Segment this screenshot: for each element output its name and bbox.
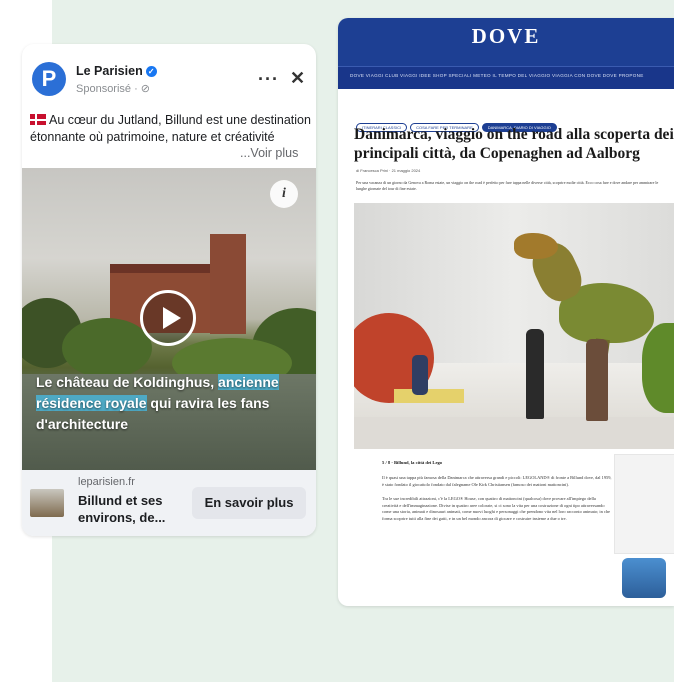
dinosaur-head bbox=[514, 233, 558, 259]
visitor-woman bbox=[586, 339, 608, 421]
gallery-floor bbox=[354, 417, 674, 449]
article-byline: di Francesca Prini · 21 maggio 2024 bbox=[356, 168, 421, 173]
app-icon[interactable] bbox=[622, 558, 666, 598]
denmark-flag-icon bbox=[30, 114, 46, 125]
close-icon[interactable]: ✕ bbox=[290, 68, 305, 89]
exhibit-bench bbox=[394, 389, 464, 403]
see-more-link[interactable]: ...Voir plus bbox=[240, 146, 298, 160]
section-heading: 5 / 8 - Billund, la città dei Lego bbox=[382, 460, 443, 465]
ad-body-copy: Au cœur du Jutland, Billund est une dest… bbox=[30, 113, 311, 144]
link-title[interactable]: Billund et ses environs, de... bbox=[78, 492, 188, 526]
link-thumbnail bbox=[30, 489, 64, 517]
visitor-man bbox=[526, 329, 544, 419]
ad-body-text: Au cœur du Jutland, Billund est une dest… bbox=[30, 112, 312, 146]
verified-badge-icon: ✓ bbox=[145, 66, 157, 77]
info-icon[interactable]: i bbox=[270, 180, 298, 208]
article-title: Danimarca, viaggio on the road alla scop… bbox=[354, 126, 674, 162]
caption-part: Le château de Koldinghus, bbox=[36, 374, 219, 390]
site-header: DOVE bbox=[338, 18, 674, 66]
play-button-icon[interactable] bbox=[140, 290, 196, 346]
page-name-text[interactable]: Le Parisien bbox=[76, 64, 143, 78]
page-avatar[interactable]: P bbox=[32, 62, 66, 96]
ad-video[interactable]: i Le château de Koldinghus, ancienne rés… bbox=[22, 168, 316, 470]
article-photo[interactable] bbox=[354, 203, 674, 449]
more-options-icon[interactable]: ··· bbox=[258, 69, 279, 90]
article-paragraph: Tra le sue incredibili attrazioni, c'è l… bbox=[382, 496, 610, 521]
ad-link-bar[interactable]: leparisien.fr Billund et ses environs, d… bbox=[22, 470, 316, 536]
ad-header: P Le Parisien ✓ Sponsorisé · ⊘ ··· ✕ bbox=[22, 44, 316, 110]
sidebar-ad-placeholder bbox=[614, 454, 674, 554]
article-intro: Per una vacanza di un giorno da Genova a… bbox=[356, 180, 659, 191]
learn-more-button[interactable]: En savoir plus bbox=[192, 487, 306, 519]
site-logo[interactable]: DOVE bbox=[338, 24, 674, 49]
site-nav: DOVE VIAGGI CLUB VIAGGI IDEE SHOP SPECIA… bbox=[338, 66, 674, 89]
video-caption: Le château de Koldinghus, ancienne résid… bbox=[36, 372, 306, 435]
castle-tower bbox=[210, 234, 246, 334]
article-section: 5 / 8 - Billund, la città dei Lego Il è … bbox=[382, 460, 612, 531]
facebook-ad-card: P Le Parisien ✓ Sponsorisé · ⊘ ··· ✕ Au c… bbox=[22, 44, 316, 536]
article-paragraph: Il è quasi una tappa più famosa della Da… bbox=[382, 475, 612, 487]
green-lego-sculpture bbox=[642, 323, 674, 413]
page-name[interactable]: Le Parisien ✓ bbox=[76, 64, 157, 78]
sponsored-label: Sponsorisé · ⊘ bbox=[76, 83, 151, 95]
link-domain: leparisien.fr bbox=[78, 476, 135, 488]
visitor-child bbox=[412, 355, 428, 395]
dove-article-page: DOVE DOVE VIAGGI CLUB VIAGGI IDEE SHOP S… bbox=[338, 18, 674, 606]
nav-links[interactable]: DOVE VIAGGI CLUB VIAGGI IDEE SHOP SPECIA… bbox=[350, 73, 644, 78]
tree bbox=[62, 318, 152, 378]
